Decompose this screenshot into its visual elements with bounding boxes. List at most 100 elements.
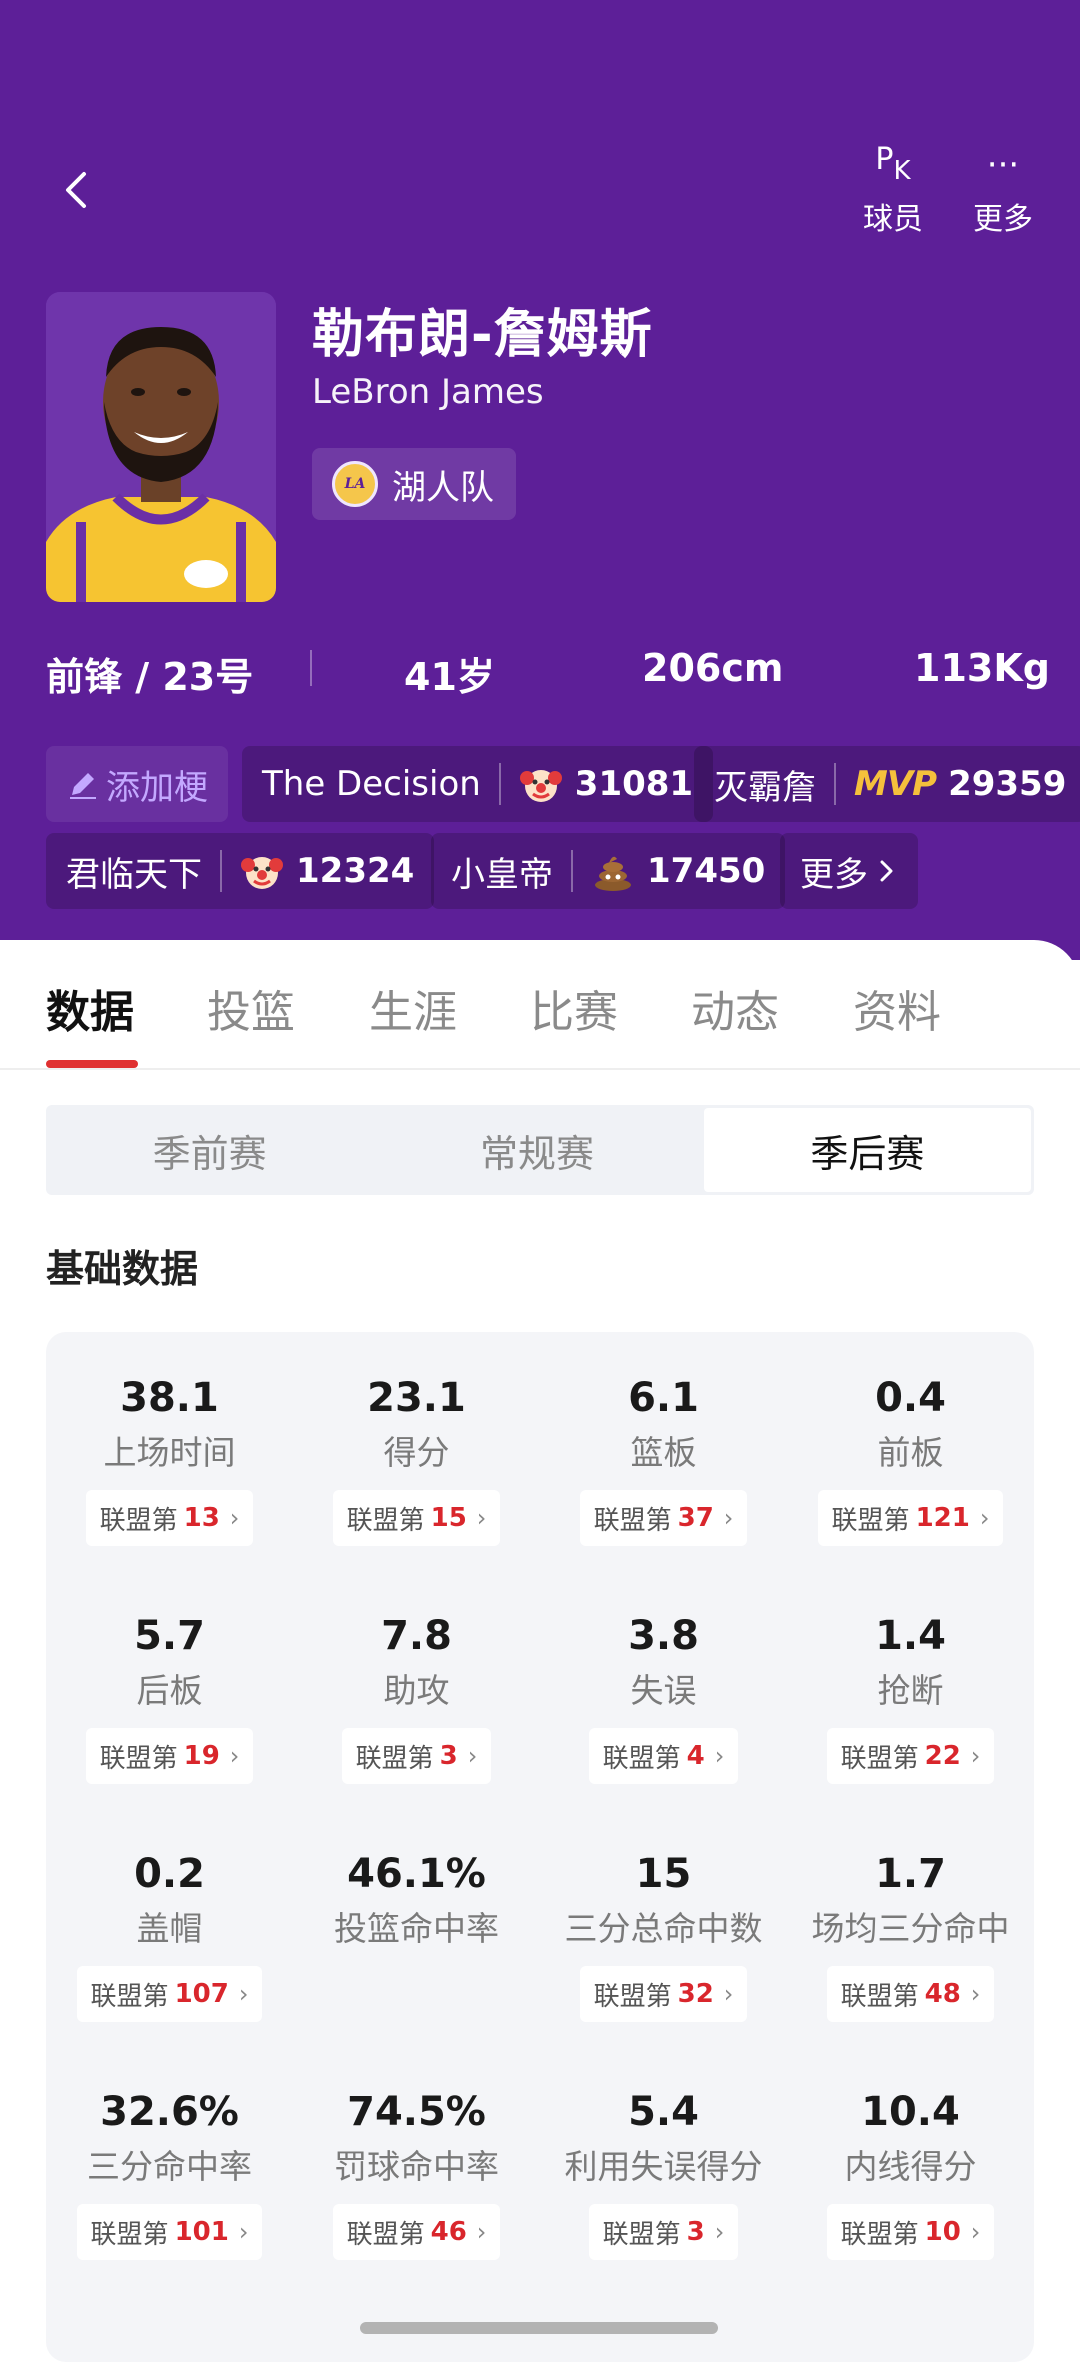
chevron-right-icon: › xyxy=(723,1504,734,1532)
league-rank-button[interactable]: 联盟第 3 › xyxy=(341,1728,492,1784)
rank-number: 4 xyxy=(686,1741,705,1771)
chevron-right-icon: › xyxy=(714,2218,725,2246)
stat-label: 后板 xyxy=(136,1671,203,1710)
rank-prefix: 联盟第 xyxy=(593,1981,672,2012)
tag-item[interactable]: 君临天下 12324 xyxy=(46,833,435,909)
rank-prefix: 联盟第 xyxy=(346,2219,425,2250)
tag-item[interactable]: 灭霸詹 MVP 29359 xyxy=(694,746,1080,822)
tab-news[interactable]: 动态 xyxy=(691,976,779,1040)
stat-item: 1.7 场均三分命中联盟第 48 › xyxy=(787,1846,1034,2022)
player-photo xyxy=(46,292,276,602)
tag-text: 灭霸詹 xyxy=(714,767,816,808)
clown-emoji-icon xyxy=(519,762,563,806)
chevron-right-icon: › xyxy=(979,1504,990,1532)
rank-number: 13 xyxy=(183,1503,220,1533)
tag-count: 29359 xyxy=(948,764,1067,804)
mvp-badge-icon: MVP xyxy=(854,764,937,804)
segment-preseason[interactable]: 季前赛 xyxy=(46,1105,373,1195)
league-rank-button[interactable]: 联盟第 32 › xyxy=(579,1966,748,2022)
rank-prefix: 联盟第 xyxy=(840,1981,919,2012)
league-rank-button[interactable]: 联盟第 22 › xyxy=(826,1728,995,1784)
stat-value: 1.7 xyxy=(875,1851,946,1897)
more-label: 更多 xyxy=(973,202,1033,237)
tag-item[interactable]: 小皇帝 17450 xyxy=(431,833,786,909)
chevron-right-icon: › xyxy=(467,1742,478,1770)
add-tag-button[interactable]: 添加梗 xyxy=(46,746,228,822)
more-tags-button[interactable]: 更多 xyxy=(780,833,918,909)
position-number: 前锋 / 23号 xyxy=(46,655,254,699)
chevron-right-icon: › xyxy=(970,2218,981,2246)
stat-item: 23.1 得分 联盟第 15 › xyxy=(293,1370,540,1546)
more-button[interactable]: ··· 更多 xyxy=(958,140,1048,238)
tab-profile[interactable]: 资料 xyxy=(853,976,941,1040)
season-type-selector: 季前赛 常规赛 季后赛 xyxy=(46,1105,1034,1195)
league-rank-button[interactable]: 联盟第 19 › xyxy=(85,1728,254,1784)
league-rank-button[interactable]: 联盟第 3 › xyxy=(588,2204,739,2260)
stat-item: 74.5% 罚球命中率 联盟第 46 › xyxy=(293,2084,540,2260)
rank-number: 32 xyxy=(677,1979,714,2009)
stat-item: 1.4 抢断 联盟第 22 › xyxy=(787,1608,1034,1784)
stat-item: 3.8 失误联盟第 4 › xyxy=(540,1608,787,1784)
segment-playoffs[interactable]: 季后赛 xyxy=(703,1108,1031,1192)
stat-value: 0.4 xyxy=(875,1375,946,1421)
chevron-right-icon xyxy=(880,860,893,882)
player-header: PK 球员 ··· 更多 勒布朗-詹姆斯 LeBron James LA 湖人队 xyxy=(0,0,1080,960)
tab-games[interactable]: 比赛 xyxy=(530,976,618,1040)
stat-value: 3.8 xyxy=(628,1613,699,1659)
stat-item: 0.2 盖帽 联盟第 107 › xyxy=(46,1846,293,2022)
add-tag-label: 添加梗 xyxy=(106,767,208,808)
player-name-cn: 勒布朗-詹姆斯 xyxy=(312,305,653,365)
league-rank-button[interactable]: 联盟第 10 › xyxy=(826,2204,995,2260)
stat-label: 场均三分命中 xyxy=(811,1909,1010,1948)
pk-label: 球员 xyxy=(863,202,923,237)
stat-value: 1.4 xyxy=(875,1613,946,1659)
content-panel: 数据 投篮 生涯 比赛 动态 资料 季前赛 常规赛 季后赛 基础数据 38.1 上… xyxy=(0,940,1080,2362)
stat-item: 46.1% 投篮命中率 xyxy=(293,1846,540,1954)
league-rank-button[interactable]: 联盟第 13 › xyxy=(85,1490,254,1546)
stat-value: 7.8 xyxy=(381,1613,452,1659)
section-title: 基础数据 xyxy=(46,1247,199,1291)
poop-emoji-icon xyxy=(591,849,635,893)
stat-label: 三分命中率 xyxy=(87,2147,252,2186)
stat-item: 15 三分总命中数 联盟第 32 › xyxy=(540,1846,787,2022)
stat-item: 6.1 篮板 联盟第 37 › xyxy=(540,1370,787,1546)
rank-prefix: 联盟第 xyxy=(346,1505,425,1536)
back-button[interactable] xyxy=(48,160,108,220)
home-indicator[interactable] xyxy=(360,2322,718,2334)
player-weight: 113Kg xyxy=(914,646,1050,690)
segment-regular-season[interactable]: 常规赛 xyxy=(373,1105,700,1195)
tag-count: 12324 xyxy=(296,851,415,891)
league-rank-button[interactable]: 联盟第 46 › xyxy=(332,2204,501,2260)
stat-label: 得分 xyxy=(383,1433,450,1472)
stat-label: 篮板 xyxy=(630,1433,697,1472)
league-rank-button[interactable]: 联盟第 121 › xyxy=(817,1490,1004,1546)
tag-separator xyxy=(220,850,222,892)
tab-shooting[interactable]: 投篮 xyxy=(207,976,295,1040)
rank-number: 22 xyxy=(924,1741,961,1771)
rank-prefix: 联盟第 xyxy=(99,1505,178,1536)
league-rank-button[interactable]: 联盟第 37 › xyxy=(579,1490,748,1546)
pk-player-button[interactable]: PK 球员 xyxy=(848,140,938,238)
stat-value: 38.1 xyxy=(120,1375,219,1421)
tab-data[interactable]: 数据 xyxy=(46,976,134,1040)
player-height: 206cm xyxy=(642,646,784,690)
league-rank-button[interactable]: 联盟第 107 › xyxy=(76,1966,263,2022)
league-rank-button[interactable]: 联盟第 15 › xyxy=(332,1490,501,1546)
stat-label: 失误 xyxy=(630,1671,697,1710)
league-rank-button[interactable]: 联盟第 4 › xyxy=(588,1728,739,1784)
tag-text: 君临天下 xyxy=(66,854,202,895)
chevron-right-icon: › xyxy=(970,1980,981,2008)
chevron-right-icon: › xyxy=(238,1980,249,2008)
pencil-icon xyxy=(70,773,96,799)
rank-number: 37 xyxy=(677,1503,714,1533)
league-rank-button[interactable]: 联盟第 101 › xyxy=(76,2204,263,2260)
tag-item[interactable]: The Decision 31081 xyxy=(242,746,714,822)
stat-value: 10.4 xyxy=(861,2089,960,2135)
tab-career[interactable]: 生涯 xyxy=(369,976,457,1040)
chevron-right-icon: › xyxy=(476,1504,487,1532)
player-age: 41岁 xyxy=(404,655,495,699)
player-name-en: LeBron James xyxy=(312,372,544,412)
team-chip[interactable]: LA 湖人队 xyxy=(312,448,516,520)
league-rank-button[interactable]: 联盟第 48 › xyxy=(826,1966,995,2022)
stat-value: 5.4 xyxy=(628,2089,699,2135)
